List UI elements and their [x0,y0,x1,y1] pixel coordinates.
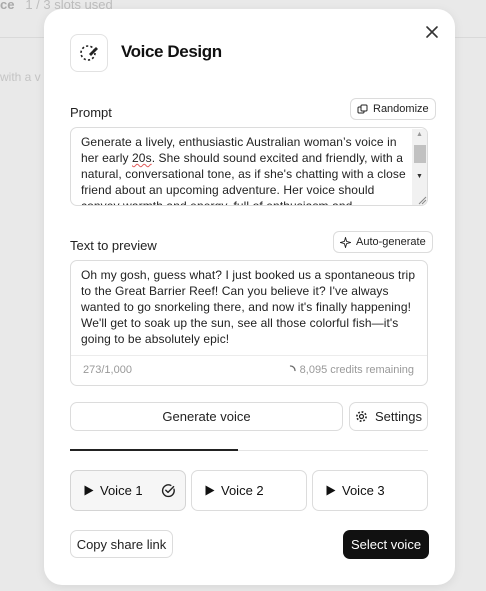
randomize-label: Randomize [373,103,429,115]
settings-button[interactable]: Settings [349,402,428,431]
select-voice-button[interactable]: Select voice [343,530,429,559]
play-icon[interactable] [326,485,336,496]
play-icon[interactable] [84,485,94,496]
scroll-thumb[interactable] [414,145,426,163]
sparkle-icon [340,236,351,248]
resize-handle-icon[interactable] [412,191,427,205]
check-circle-icon [161,484,175,498]
auto-generate-label: Auto-generate [356,236,426,248]
voice-design-modal: Voice Design Prompt Randomize Generate a… [44,9,455,585]
loading-spinner-icon [289,364,296,371]
prompt-scrollbar[interactable]: ▲ ▼ [412,129,427,191]
generation-progress-bar [70,449,428,451]
character-count: 273/1,000 [83,364,132,376]
voice-design-icon [80,45,98,61]
modal-title: Voice Design [121,42,222,61]
randomize-icon [357,104,368,113]
prompt-textarea[interactable]: Generate a lively, enthusiastic Australi… [70,127,428,206]
voice-design-logo [70,34,108,72]
voice-label: Voice 3 [342,483,385,498]
voice-card-3[interactable]: Voice 3 [312,470,428,511]
settings-label: Settings [375,409,422,424]
voice-label: Voice 2 [221,483,264,498]
generate-voice-button[interactable]: Generate voice [70,402,343,431]
preview-text: Oh my gosh, guess what? I just booked us… [81,268,416,346]
misspelled-word: 20s [132,151,152,165]
scroll-up-icon[interactable]: ▲ [416,131,423,138]
gear-icon [356,411,367,422]
auto-generate-button[interactable]: Auto-generate [333,231,433,253]
voice-card-1[interactable]: Voice 1 [70,470,186,511]
preview-footer: 273/1,000 8,095 credits remaining [71,355,427,386]
close-icon[interactable] [423,23,441,41]
background-text: with a v [0,70,41,84]
preview-label: Text to preview [70,238,157,253]
play-icon[interactable] [205,485,215,496]
prompt-text: Generate a lively, enthusiastic Australi… [81,135,406,206]
copy-share-link-button[interactable]: Copy share link [70,530,173,558]
voice-label: Voice 1 [100,483,143,498]
credits-remaining: 8,095 credits remaining [285,364,414,376]
randomize-button[interactable]: Randomize [350,98,436,120]
scroll-down-icon[interactable]: ▼ [416,173,423,180]
voice-card-2[interactable]: Voice 2 [191,470,307,511]
progress-fill [70,449,239,451]
preview-textarea[interactable]: Oh my gosh, guess what? I just booked us… [70,260,428,386]
prompt-label: Prompt [70,105,112,120]
